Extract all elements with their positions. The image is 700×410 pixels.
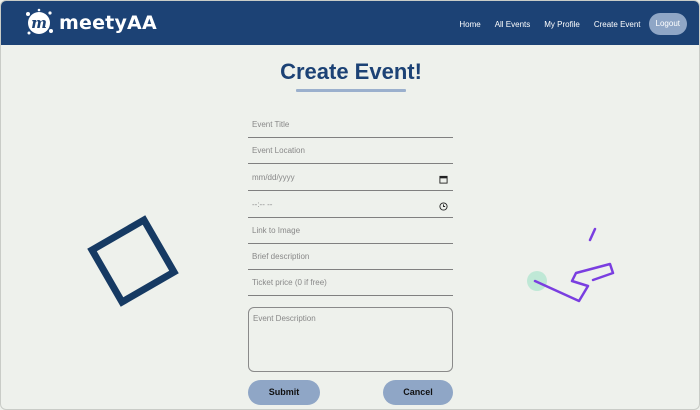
submit-button[interactable]: Submit [248, 380, 320, 405]
title-underline [296, 89, 406, 92]
app-frame: m meetyAA Home All Events My Profile Cre… [0, 0, 700, 410]
cancel-button[interactable]: Cancel [383, 380, 453, 405]
time-placeholder: --:-- -- [252, 200, 273, 209]
clock-icon[interactable] [439, 202, 448, 211]
calendar-icon[interactable] [439, 175, 448, 184]
event-location-field[interactable]: Event Location [248, 143, 453, 164]
ticket-price-placeholder: Ticket price (0 if free) [252, 278, 327, 287]
date-field[interactable]: mm/dd/yyyy [248, 170, 453, 191]
nav-link-all-events[interactable]: All Events [495, 20, 531, 29]
nav-link-create-event[interactable]: Create Event [594, 20, 641, 29]
date-placeholder: mm/dd/yyyy [252, 173, 295, 182]
image-link-placeholder: Link to Image [252, 226, 301, 235]
page-title: Create Event! [280, 59, 422, 84]
event-description-textarea[interactable]: Event Description [248, 307, 453, 372]
logo-text: meetyAA [59, 12, 157, 34]
nav-link-my-profile[interactable]: My Profile [544, 20, 580, 29]
ticket-price-field[interactable]: Ticket price (0 if free) [248, 275, 453, 296]
nav-links: Home All Events My Profile Create Event … [445, 13, 687, 35]
logo-icon: m [26, 8, 53, 35]
svg-text:m: m [31, 14, 47, 32]
event-title-field[interactable]: Event Title [248, 117, 453, 138]
time-field[interactable]: --:-- -- [248, 197, 453, 218]
logo[interactable]: m meetyAA [23, 7, 157, 39]
brief-description-placeholder: Brief description [252, 252, 310, 261]
decorative-purple-shapes [527, 227, 615, 303]
nav-link-home[interactable]: Home [459, 20, 480, 29]
navbar: m meetyAA Home All Events My Profile Cre… [1, 1, 699, 45]
decorative-square-shape [87, 215, 179, 307]
image-link-field[interactable]: Link to Image [248, 223, 453, 244]
event-description-placeholder: Event Description [253, 314, 316, 323]
event-location-placeholder: Event Location [252, 146, 305, 155]
logout-button[interactable]: Logout [648, 13, 687, 35]
event-title-placeholder: Event Title [252, 120, 290, 129]
brief-description-field[interactable]: Brief description [248, 249, 453, 270]
